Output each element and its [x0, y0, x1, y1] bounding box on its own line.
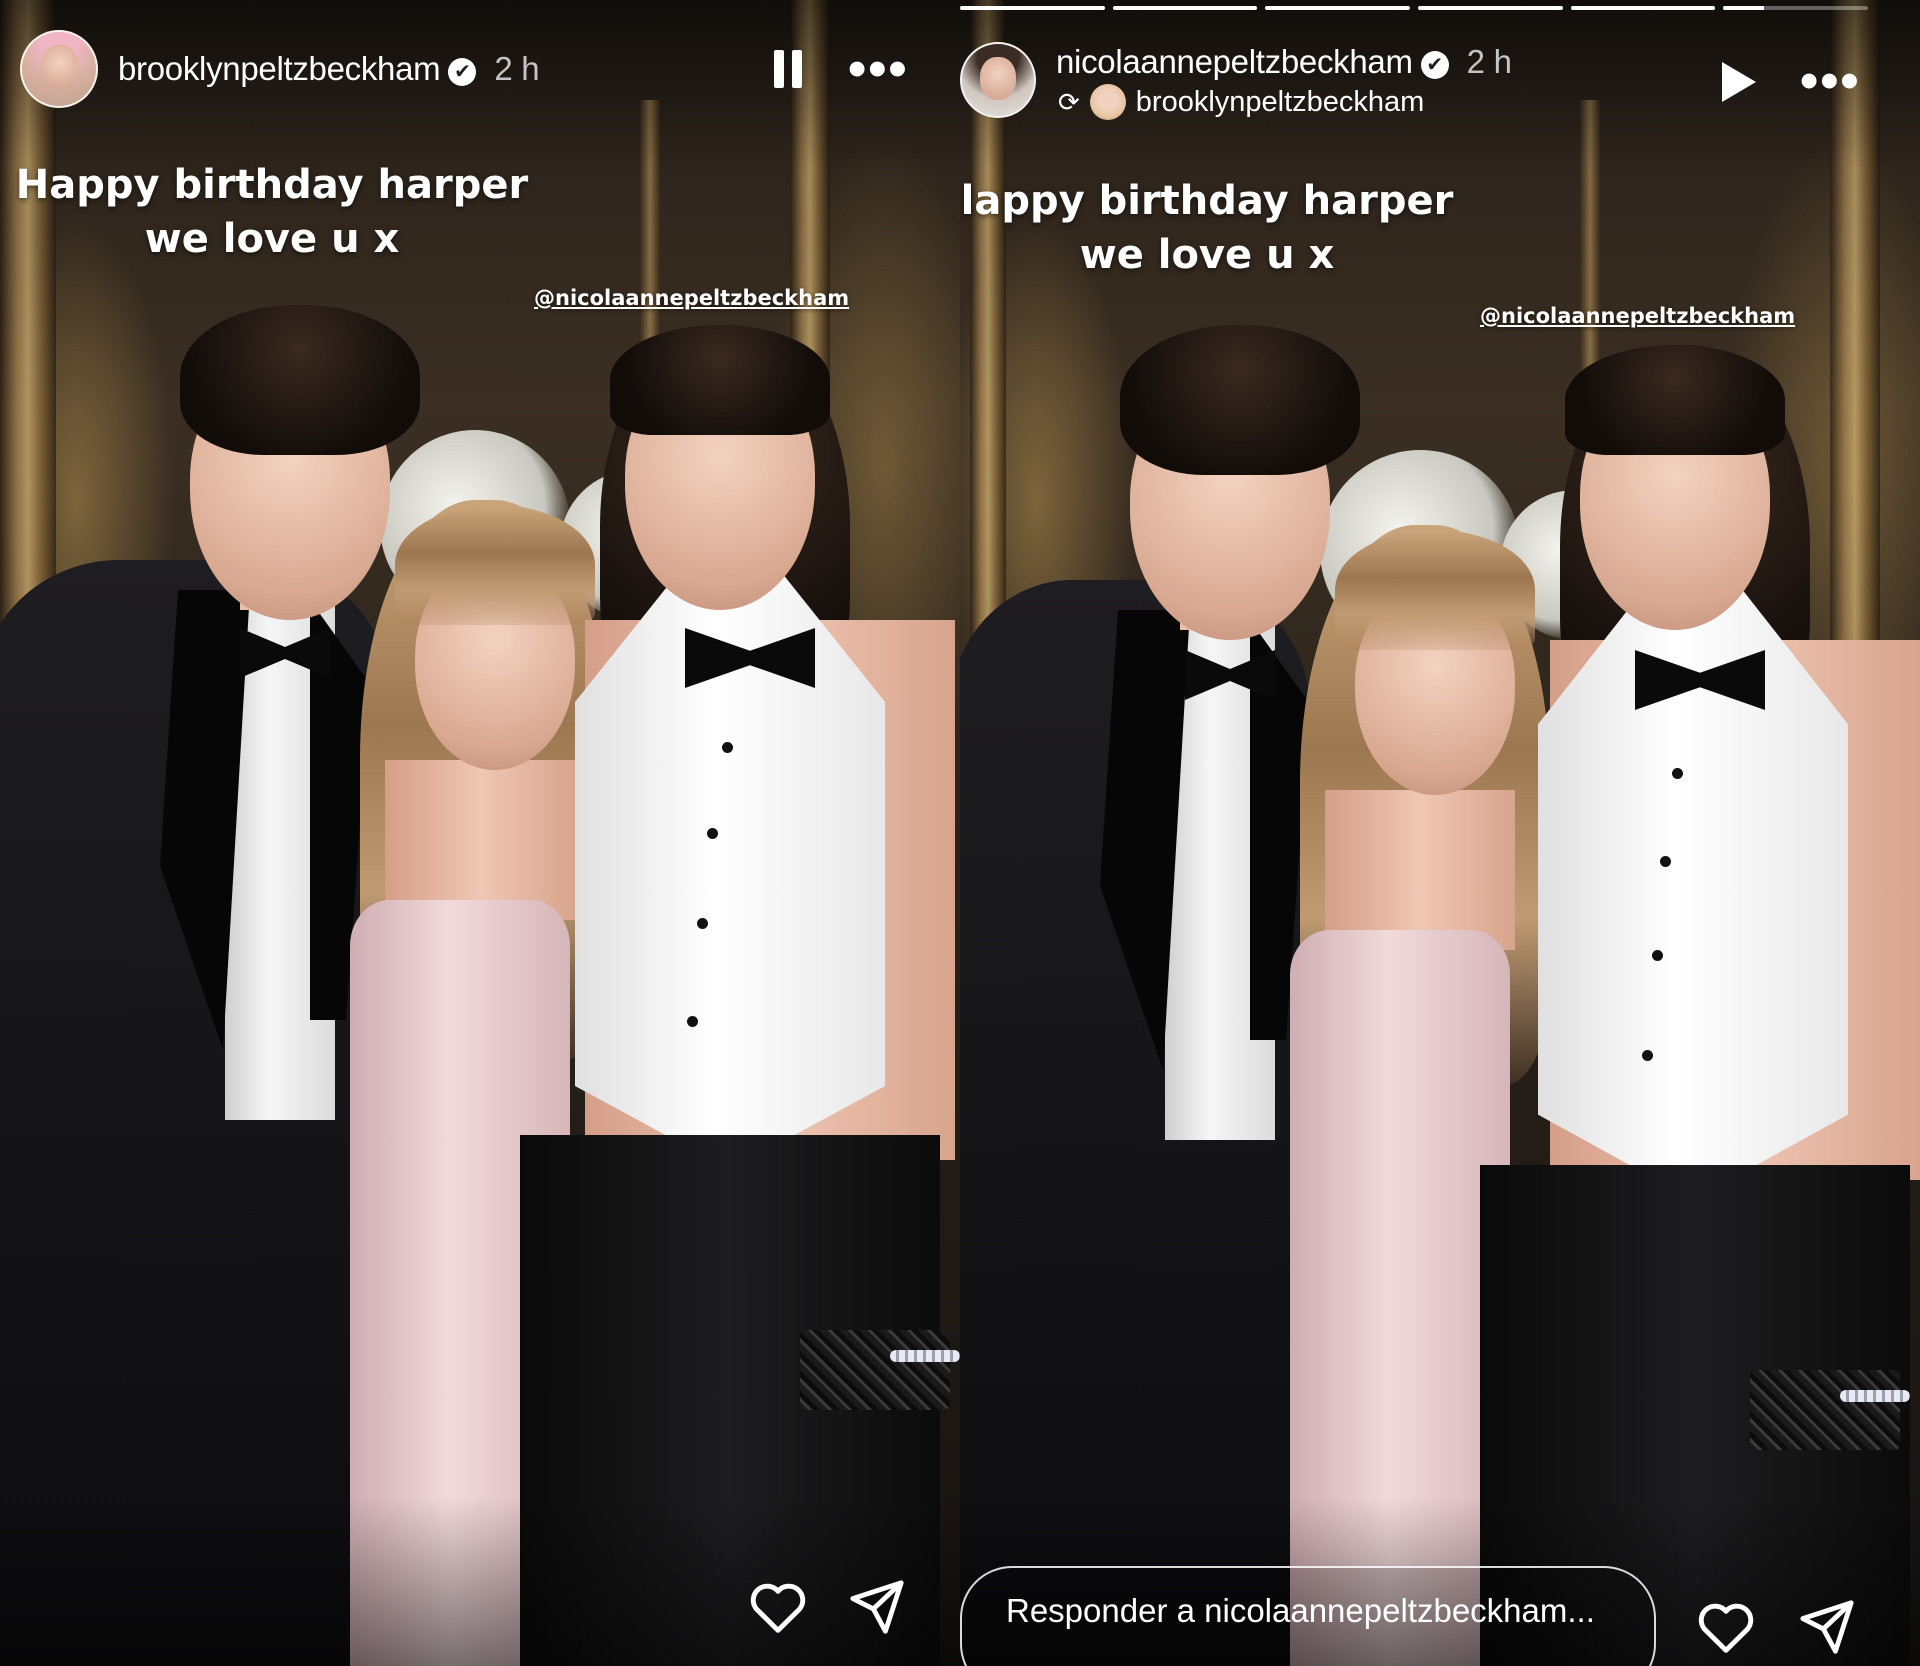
progress-fill — [1723, 6, 1764, 10]
progress-segment — [1570, 6, 1716, 10]
heart-icon[interactable] — [1696, 1600, 1756, 1654]
send-icon[interactable] — [848, 1578, 906, 1636]
progress-fill — [1112, 6, 1258, 10]
repost-attribution[interactable]: ⟳ brooklynpeltzbeckham — [1058, 84, 1424, 120]
verified-badge-icon: ✔ — [448, 58, 477, 86]
story-caption: Happy birthday harper we love u x — [0, 158, 544, 266]
post-time: 2 h — [1466, 43, 1512, 80]
story-panel-left: brooklynpeltzbeckham ✔ 2 h ••• Happy birth… — [0, 0, 960, 1666]
story-panel-right: nicolaannepeltzbeckham ✔ 2 h ⟳ brooklynpel… — [960, 0, 1920, 1666]
profile-avatar[interactable] — [20, 30, 98, 108]
post-time: 2 h — [494, 50, 540, 87]
repost-avatar — [1089, 84, 1126, 120]
caption-line-2: we love u x — [144, 216, 400, 262]
heart-icon[interactable] — [748, 1580, 808, 1634]
caption-line-2: we love u x — [1079, 232, 1335, 278]
reply-input[interactable]: Responder a nicolaannepeltzbeckham... — [960, 1566, 1656, 1666]
progress-fill — [960, 6, 1105, 10]
story-progress-bar — [960, 6, 1869, 10]
play-icon[interactable] — [1722, 62, 1756, 102]
more-options-icon[interactable]: ••• — [1800, 55, 1861, 107]
progress-segment — [1112, 6, 1258, 10]
more-options-icon[interactable]: ••• — [848, 43, 909, 95]
username-link[interactable]: brooklynpeltzbeckham — [118, 50, 441, 87]
progress-segment — [1723, 6, 1869, 10]
profile-avatar[interactable] — [960, 42, 1036, 118]
pause-icon[interactable] — [774, 50, 804, 88]
progress-segment — [960, 6, 1105, 10]
repost-username[interactable]: brooklynpeltzbeckham — [1136, 86, 1425, 119]
repost-icon: ⟳ — [1058, 86, 1080, 117]
mention-sticker[interactable]: @nicolaannepeltzbeckham — [534, 286, 849, 310]
progress-segment — [1265, 6, 1411, 10]
caption-line-1: Happy birthday harper — [15, 162, 529, 208]
bottom-gradient — [0, 1496, 960, 1666]
mention-sticker[interactable]: @nicolaannepeltzbeckham — [1480, 304, 1795, 328]
verified-badge-icon: ✔ — [1420, 51, 1449, 79]
progress-fill — [1265, 6, 1411, 10]
story-header: nicolaannepeltzbeckham ✔ 2 h — [1056, 43, 1512, 81]
story-caption: lappy birthday harper we love u x — [960, 174, 1474, 282]
progress-segment — [1418, 6, 1563, 10]
caption-line-1: lappy birthday harper — [960, 178, 1454, 224]
progress-fill — [1570, 6, 1716, 10]
progress-fill — [1418, 6, 1563, 10]
send-icon[interactable] — [1798, 1598, 1856, 1656]
username-link[interactable]: nicolaannepeltzbeckham — [1056, 43, 1413, 80]
story-header: brooklynpeltzbeckham ✔ 2 h — [118, 50, 540, 88]
